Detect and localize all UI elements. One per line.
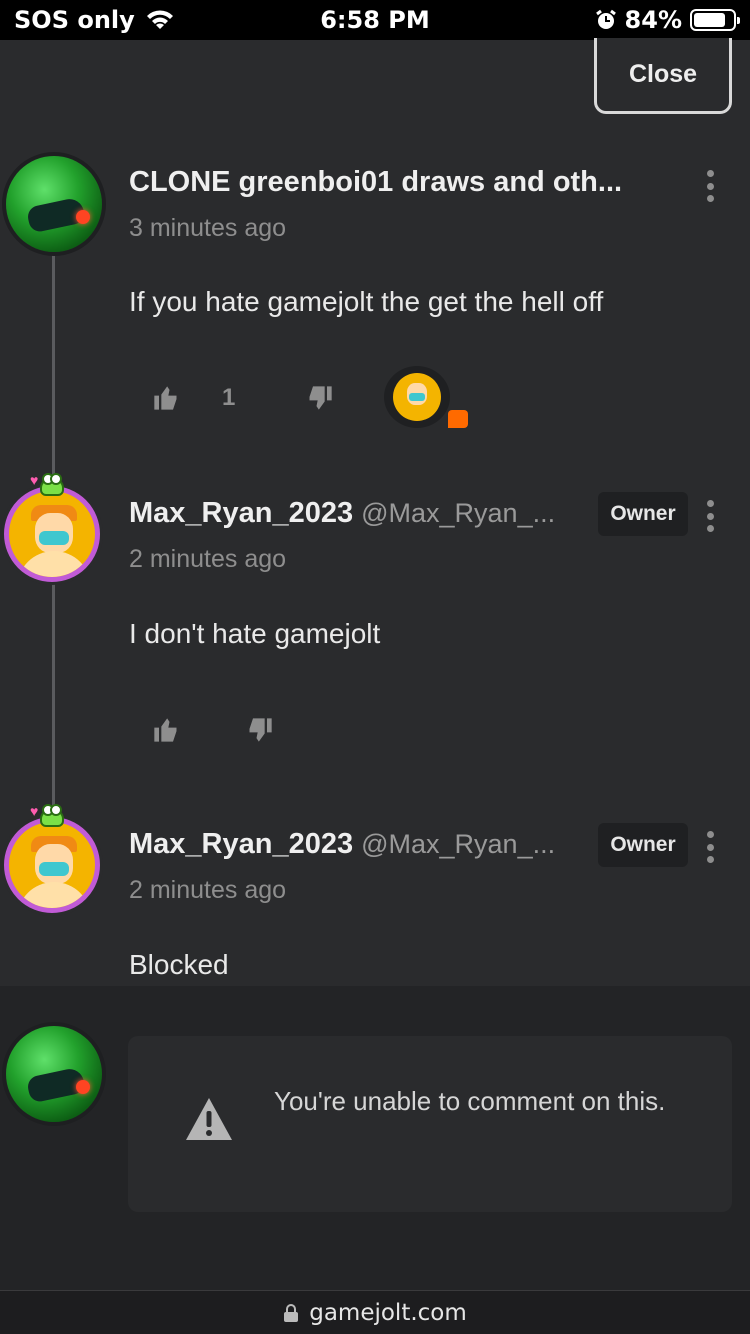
comment-text: If you hate gamejolt the get the hell of… (129, 286, 604, 317)
comment-time[interactable]: 2 minutes ago (129, 545, 286, 574)
current-user-avatar[interactable] (6, 1026, 102, 1122)
username-text: CLONE greenboi01 draws and oth... (129, 166, 623, 198)
more-options-icon[interactable] (700, 829, 720, 865)
thumbs-down-icon[interactable] (246, 716, 274, 744)
avatar-eye (76, 1080, 90, 1094)
avatar-body (17, 551, 91, 577)
comment-username[interactable]: CLONE greenboi01 draws and oth... (129, 166, 622, 199)
thread-line (52, 584, 55, 810)
like-count[interactable]: 1 (222, 384, 235, 412)
comment-time[interactable]: 3 minutes ago (129, 214, 286, 243)
avatar[interactable] (4, 486, 100, 582)
url-domain: gamejolt.com (309, 1299, 467, 1326)
thread-line (52, 252, 55, 480)
avatar-mask (39, 862, 69, 876)
avatar-eye (76, 210, 90, 224)
username-text: Max_Ryan_2023 (129, 497, 354, 529)
comment-text: Blocked (129, 949, 229, 980)
thumbs-up-icon[interactable] (152, 384, 180, 412)
thumbs-down-icon[interactable] (306, 384, 334, 412)
frog-icon (40, 473, 64, 496)
status-right: 84% (595, 6, 740, 34)
more-options-icon[interactable] (700, 168, 720, 204)
close-button[interactable]: Close (594, 38, 732, 114)
comment-text: I don't hate gamejolt (129, 618, 381, 649)
username-handle: @Max_Ryan_... (361, 829, 556, 859)
avatar[interactable] (6, 156, 102, 252)
avatar[interactable] (4, 817, 100, 913)
comment-username[interactable]: Max_Ryan_2023 @Max_Ryan_... (129, 828, 555, 861)
status-bar: SOS only 6:58 PM 84% (0, 0, 750, 40)
heart-icon: ♥ (30, 472, 39, 488)
battery-percent: 84% (624, 6, 682, 34)
reply-avatar[interactable] (384, 366, 450, 428)
battery-icon (690, 9, 740, 31)
owner-badge: Owner (598, 823, 688, 867)
battery-fill (694, 13, 726, 27)
reply-avatar-image (393, 373, 441, 421)
lock-icon (284, 1303, 299, 1322)
comment-username[interactable]: Max_Ryan_2023 @Max_Ryan_... (129, 497, 555, 530)
more-options-icon[interactable] (700, 498, 720, 534)
avatar-mask (39, 531, 69, 545)
comment-time[interactable]: 2 minutes ago (129, 876, 286, 905)
notice-text: You're unable to comment on this. (274, 1086, 666, 1116)
reply-avatar-mask (409, 393, 425, 401)
frog-icon (40, 804, 64, 827)
username-handle: @Max_Ryan_... (361, 498, 556, 528)
heart-icon: ♥ (30, 803, 39, 819)
avatar-body (17, 882, 91, 908)
username-text: Max_Ryan_2023 (129, 828, 354, 860)
url-bar[interactable]: gamejolt.com (0, 1290, 750, 1334)
thumbs-up-icon[interactable] (152, 716, 180, 744)
chat-bubble-icon (448, 410, 468, 428)
alarm-icon (595, 9, 616, 29)
warning-icon (186, 1098, 232, 1140)
owner-badge: Owner (598, 492, 688, 536)
